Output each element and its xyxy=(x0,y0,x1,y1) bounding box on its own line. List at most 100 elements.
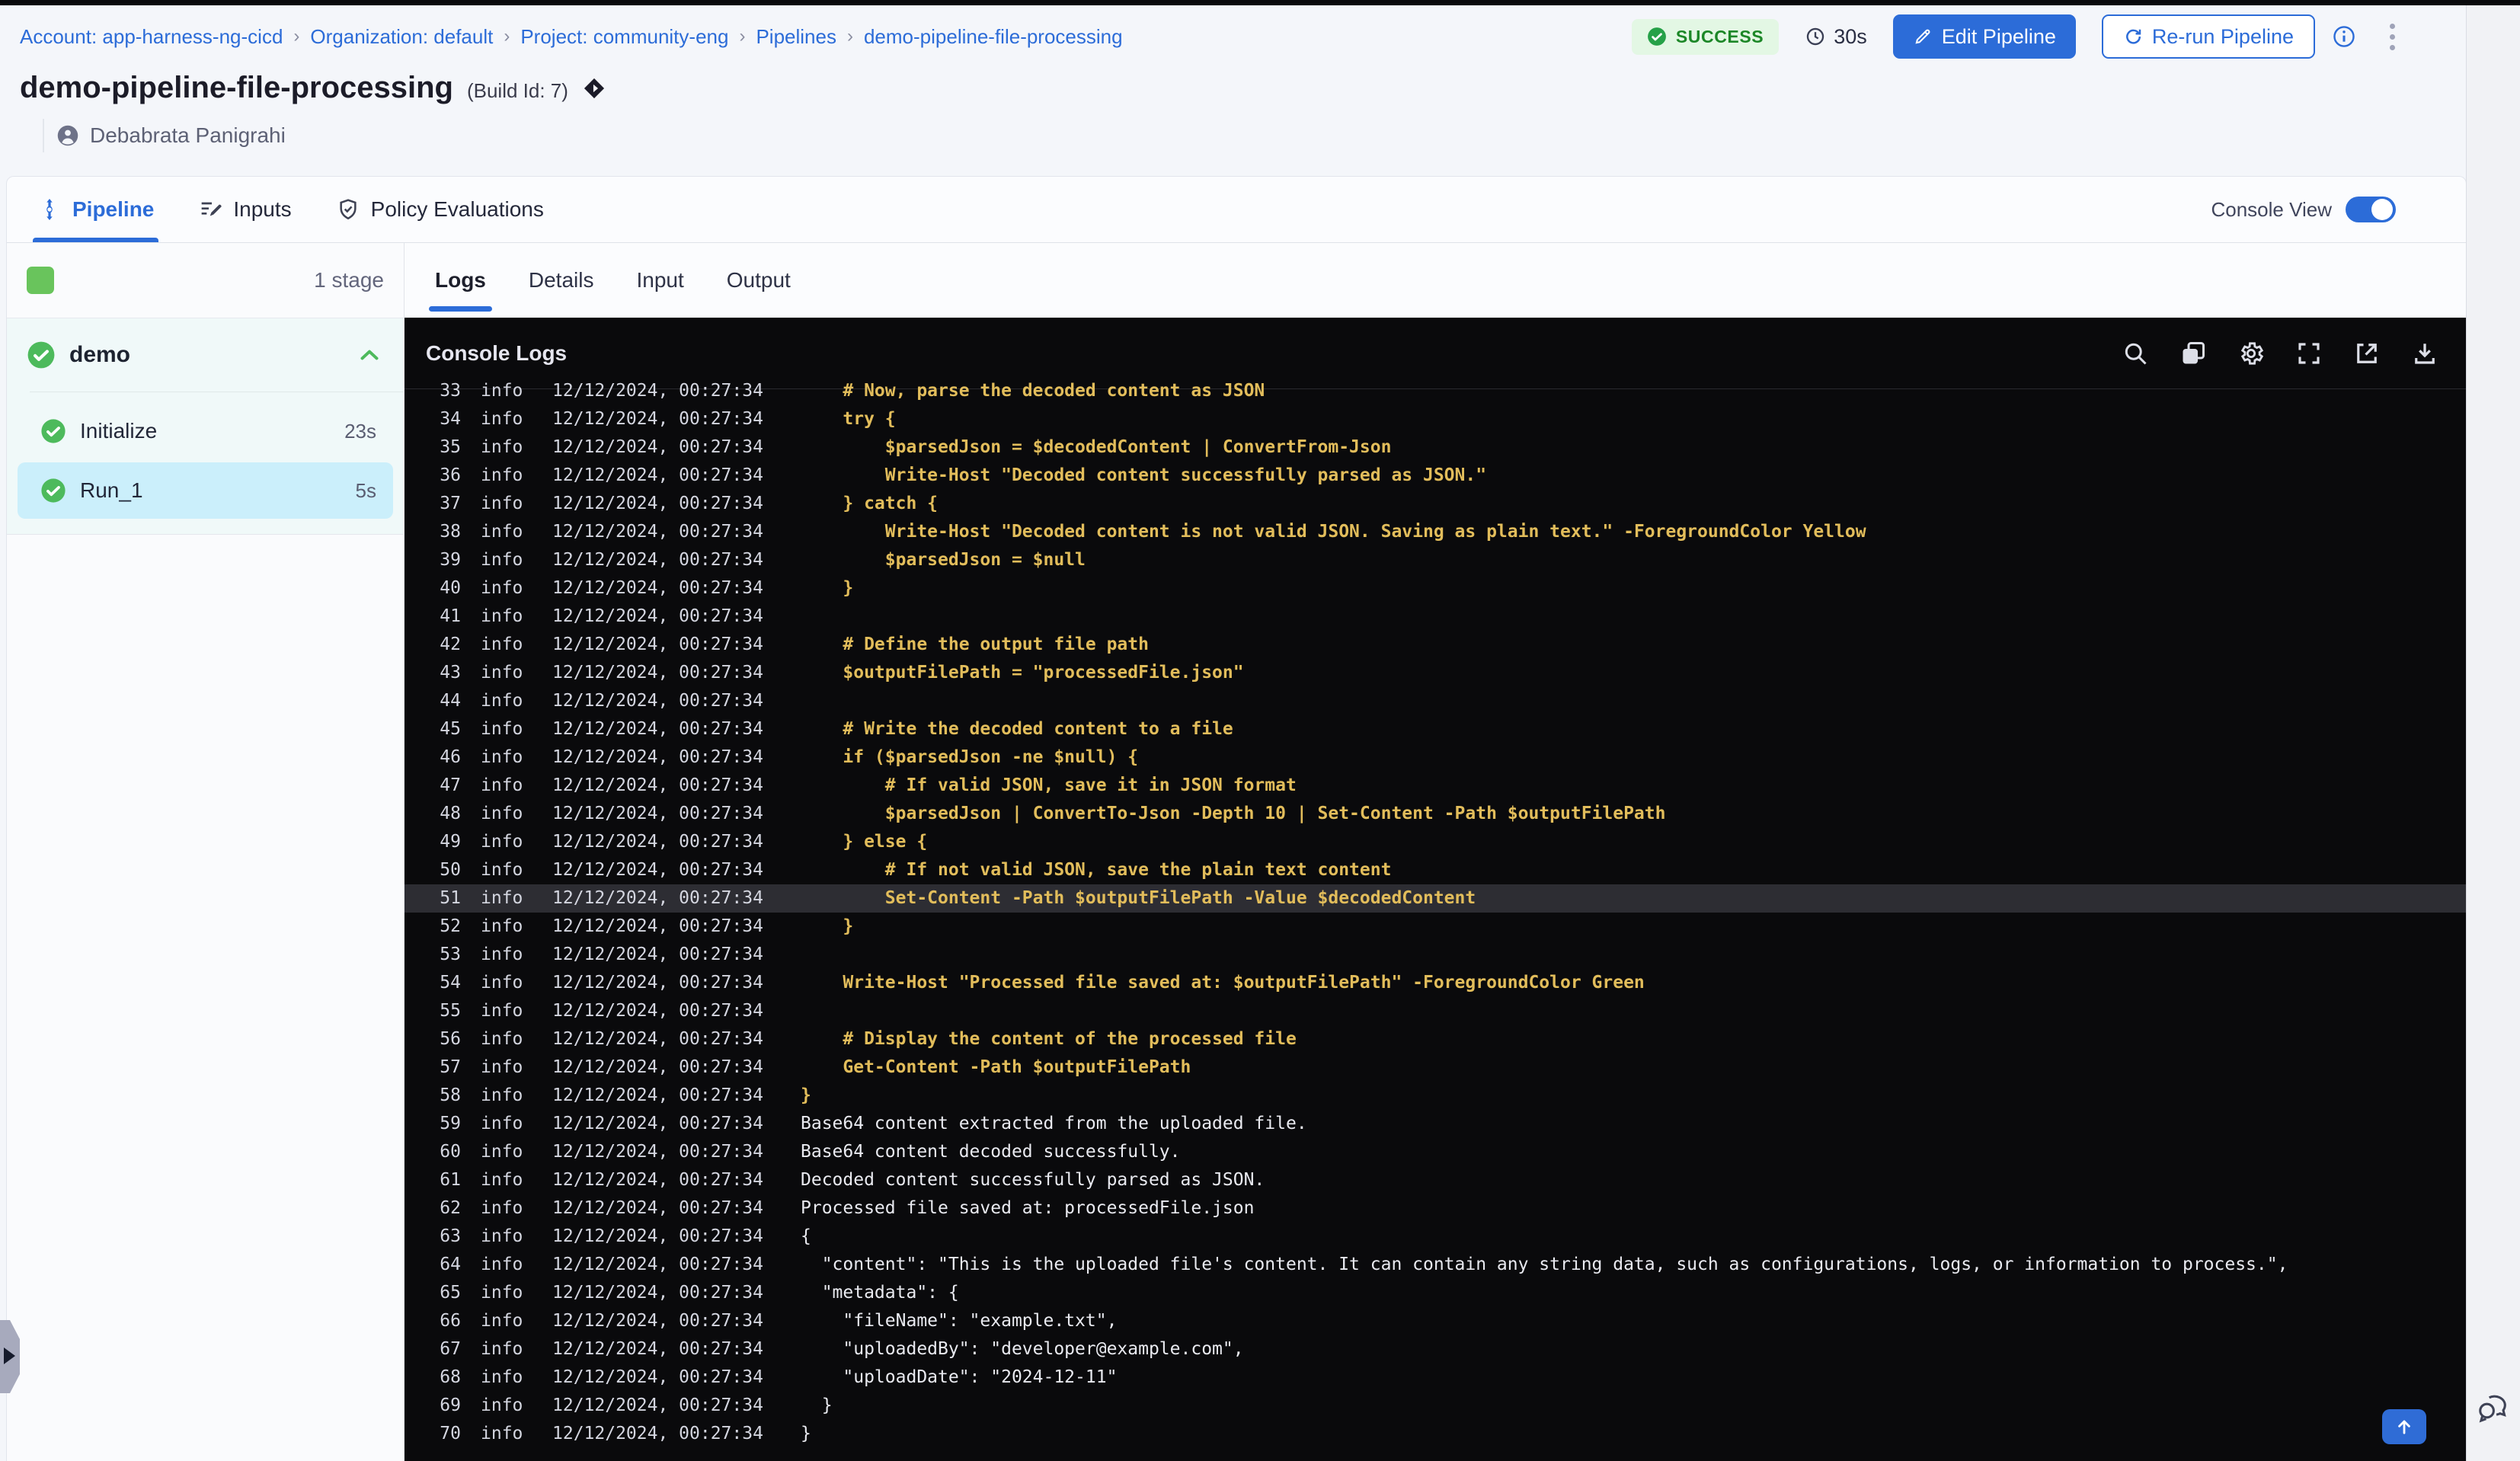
log-row[interactable]: 57 info 12/12/2024, 00:27:34 Get-Content -… xyxy=(405,1053,2466,1082)
tab-pipeline[interactable]: Pipeline xyxy=(32,177,159,242)
log-level: info xyxy=(481,832,523,852)
log-level: info xyxy=(481,691,523,711)
fullscreen-icon[interactable] xyxy=(2295,340,2323,367)
page-header: Account: app-harness-ng-cicd › Organizatio… xyxy=(0,5,2467,176)
log-row[interactable]: 46 info 12/12/2024, 00:27:34 if ($parsedJs… xyxy=(405,743,2466,772)
breadcrumb-item[interactable]: demo-pipeline-file-processing xyxy=(864,25,1123,49)
log-row[interactable]: 45 info 12/12/2024, 00:27:34 # Write the d… xyxy=(405,715,2466,743)
stage-sidebar: 1 stage demo Initialize 23s Run_1 5s xyxy=(7,243,405,1461)
stage-group-header[interactable]: demo xyxy=(7,318,404,392)
log-row[interactable]: 37 info 12/12/2024, 00:27:34 } catch { xyxy=(405,490,2466,518)
log-row[interactable]: 67 info 12/12/2024, 00:27:34 "uploadedBy":… xyxy=(405,1335,2466,1363)
log-row[interactable]: 55 info 12/12/2024, 00:27:34 xyxy=(405,997,2466,1025)
log-row[interactable]: 33 info 12/12/2024, 00:27:34 # Now, parse … xyxy=(405,379,2466,405)
log-row[interactable]: 65 info 12/12/2024, 00:27:34 "metadata": { xyxy=(405,1279,2466,1307)
tab-inputs[interactable]: Inputs xyxy=(198,177,292,242)
status-badge: SUCCESS xyxy=(1631,18,1780,55)
log-row[interactable]: 35 info 12/12/2024, 00:27:34 $parsedJson =… xyxy=(405,433,2466,462)
log-row[interactable]: 69 info 12/12/2024, 00:27:34 } xyxy=(405,1392,2466,1420)
log-row[interactable]: 42 info 12/12/2024, 00:27:34 # Define the … xyxy=(405,631,2466,659)
rerun-pipeline-button[interactable]: Re-run Pipeline xyxy=(2101,14,2315,59)
log-timestamp: 12/12/2024, 00:27:34 xyxy=(552,973,763,993)
tab-label: Policy Evaluations xyxy=(370,197,544,221)
info-icon[interactable] xyxy=(2332,24,2356,49)
open-in-new-icon[interactable] xyxy=(2353,340,2381,367)
stage-status-square[interactable] xyxy=(27,267,54,294)
breadcrumb-item[interactable]: Organization: default xyxy=(310,25,493,49)
log-row[interactable]: 63 info 12/12/2024, 00:27:34 { xyxy=(405,1223,2466,1251)
duration: 30s xyxy=(1805,25,1867,49)
breadcrumb-item[interactable]: Account: app-harness-ng-cicd xyxy=(20,25,283,49)
log-timestamp: 12/12/2024, 00:27:34 xyxy=(552,1142,763,1162)
log-row[interactable]: 36 info 12/12/2024, 00:27:34 Write-Host "D… xyxy=(405,462,2466,490)
breadcrumb-item[interactable]: Pipelines xyxy=(756,25,836,49)
log-row[interactable]: 49 info 12/12/2024, 00:27:34 } else { xyxy=(405,828,2466,856)
log-row[interactable]: 59 info 12/12/2024, 00:27:34 Base64 content… xyxy=(405,1110,2466,1138)
log-row[interactable]: 58 info 12/12/2024, 00:27:34} xyxy=(405,1082,2466,1110)
log-line-number: 46 xyxy=(440,747,461,767)
log-row[interactable]: 61 info 12/12/2024, 00:27:34 Decoded conten… xyxy=(405,1166,2466,1194)
log-row[interactable]: 56 info 12/12/2024, 00:27:34 # Display the… xyxy=(405,1025,2466,1053)
log-row[interactable]: 51 info 12/12/2024, 00:27:34 Set-Content -… xyxy=(405,884,2466,913)
log-message xyxy=(801,941,2466,969)
log-row[interactable]: 66 info 12/12/2024, 00:27:34 "fileName": "… xyxy=(405,1307,2466,1335)
log-row[interactable]: 40 info 12/12/2024, 00:27:34 } xyxy=(405,574,2466,603)
log-row[interactable]: 41 info 12/12/2024, 00:27:34 xyxy=(405,603,2466,631)
step-item-initialize[interactable]: Initialize 23s xyxy=(18,403,393,459)
log-line-number: 62 xyxy=(440,1198,461,1218)
main-tabs-row: Pipeline Inputs Policy Evaluations Console… xyxy=(7,177,2466,243)
log-timestamp: 12/12/2024, 00:27:34 xyxy=(552,1057,763,1077)
scroll-to-top-button[interactable] xyxy=(2382,1409,2426,1444)
step-item-run_1[interactable]: Run_1 5s xyxy=(18,462,393,519)
log-row[interactable]: 48 info 12/12/2024, 00:27:34 $parsedJson |… xyxy=(405,800,2466,828)
log-line-number: 66 xyxy=(440,1311,461,1331)
log-row[interactable]: 60 info 12/12/2024, 00:27:34 Base64 content… xyxy=(405,1138,2466,1166)
log-row[interactable]: 70 info 12/12/2024, 00:27:34} xyxy=(405,1420,2466,1448)
log-row[interactable]: 44 info 12/12/2024, 00:27:34 xyxy=(405,687,2466,715)
log-row[interactable]: 64 info 12/12/2024, 00:27:34 "content": "T… xyxy=(405,1251,2466,1279)
chevron-up-icon[interactable] xyxy=(355,340,384,369)
more-options-menu[interactable] xyxy=(2382,19,2403,55)
console-tab-output[interactable]: Output xyxy=(727,243,791,318)
log-row[interactable]: 50 info 12/12/2024, 00:27:34 # If not vali… xyxy=(405,856,2466,884)
log-row[interactable]: 53 info 12/12/2024, 00:27:34 xyxy=(405,941,2466,969)
log-row[interactable]: 39 info 12/12/2024, 00:27:34 $parsedJson =… xyxy=(405,546,2466,574)
console-tab-details[interactable]: Details xyxy=(529,243,594,318)
log-line-number: 45 xyxy=(440,719,461,739)
console-tab-logs[interactable]: Logs xyxy=(429,243,492,318)
edit-pipeline-button[interactable]: Edit Pipeline xyxy=(1892,14,2076,59)
log-row[interactable]: 62 info 12/12/2024, 00:27:34 Processed file… xyxy=(405,1194,2466,1223)
log-line-number: 49 xyxy=(440,832,461,852)
download-icon[interactable] xyxy=(2411,340,2438,367)
log-level: info xyxy=(481,1170,523,1190)
log-lines[interactable]: 33 info 12/12/2024, 00:27:34 # Now, parse … xyxy=(405,379,2466,1461)
breadcrumb-item[interactable]: Project: community-eng xyxy=(520,25,728,49)
log-row[interactable]: 47 info 12/12/2024, 00:27:34 # If valid JS… xyxy=(405,772,2466,800)
chat-help-icon[interactable] xyxy=(2476,1389,2511,1424)
copy-icon[interactable] xyxy=(2179,340,2207,367)
log-timestamp: 12/12/2024, 00:27:34 xyxy=(552,522,763,542)
log-line-number: 61 xyxy=(440,1170,461,1190)
console-tab-input[interactable]: Input xyxy=(636,243,683,318)
log-line-number: 53 xyxy=(440,945,461,964)
search-icon[interactable] xyxy=(2122,340,2149,367)
log-row[interactable]: 43 info 12/12/2024, 00:27:34 $outputFilePa… xyxy=(405,659,2466,687)
log-row[interactable]: 52 info 12/12/2024, 00:27:34 } xyxy=(405,913,2466,941)
tab-policy-evaluations[interactable]: Policy Evaluations xyxy=(336,177,544,242)
log-message: Processed file saved at: processedFile.j… xyxy=(801,1198,1255,1218)
author-name: Debabrata Panigrahi xyxy=(90,123,286,147)
log-timestamp: 12/12/2024, 00:27:34 xyxy=(552,635,763,654)
settings-icon[interactable] xyxy=(2237,340,2265,367)
log-line-number: 41 xyxy=(440,606,461,626)
log-row[interactable]: 54 info 12/12/2024, 00:27:34 Write-Host "P… xyxy=(405,969,2466,997)
console-view-toggle[interactable] xyxy=(2346,197,2396,222)
inputs-icon xyxy=(198,197,222,222)
log-line-number: 54 xyxy=(440,973,461,993)
log-row[interactable]: 68 info 12/12/2024, 00:27:34 "uploadDate":… xyxy=(405,1363,2466,1392)
log-row[interactable]: 38 info 12/12/2024, 00:27:34 Write-Host "D… xyxy=(405,518,2466,546)
console-view-info-icon[interactable] xyxy=(2410,198,2432,221)
log-row[interactable]: 34 info 12/12/2024, 00:27:34 try { xyxy=(405,405,2466,433)
log-message: } else { xyxy=(801,832,928,852)
log-message xyxy=(801,997,2466,1025)
tab-label: Inputs xyxy=(233,197,292,221)
